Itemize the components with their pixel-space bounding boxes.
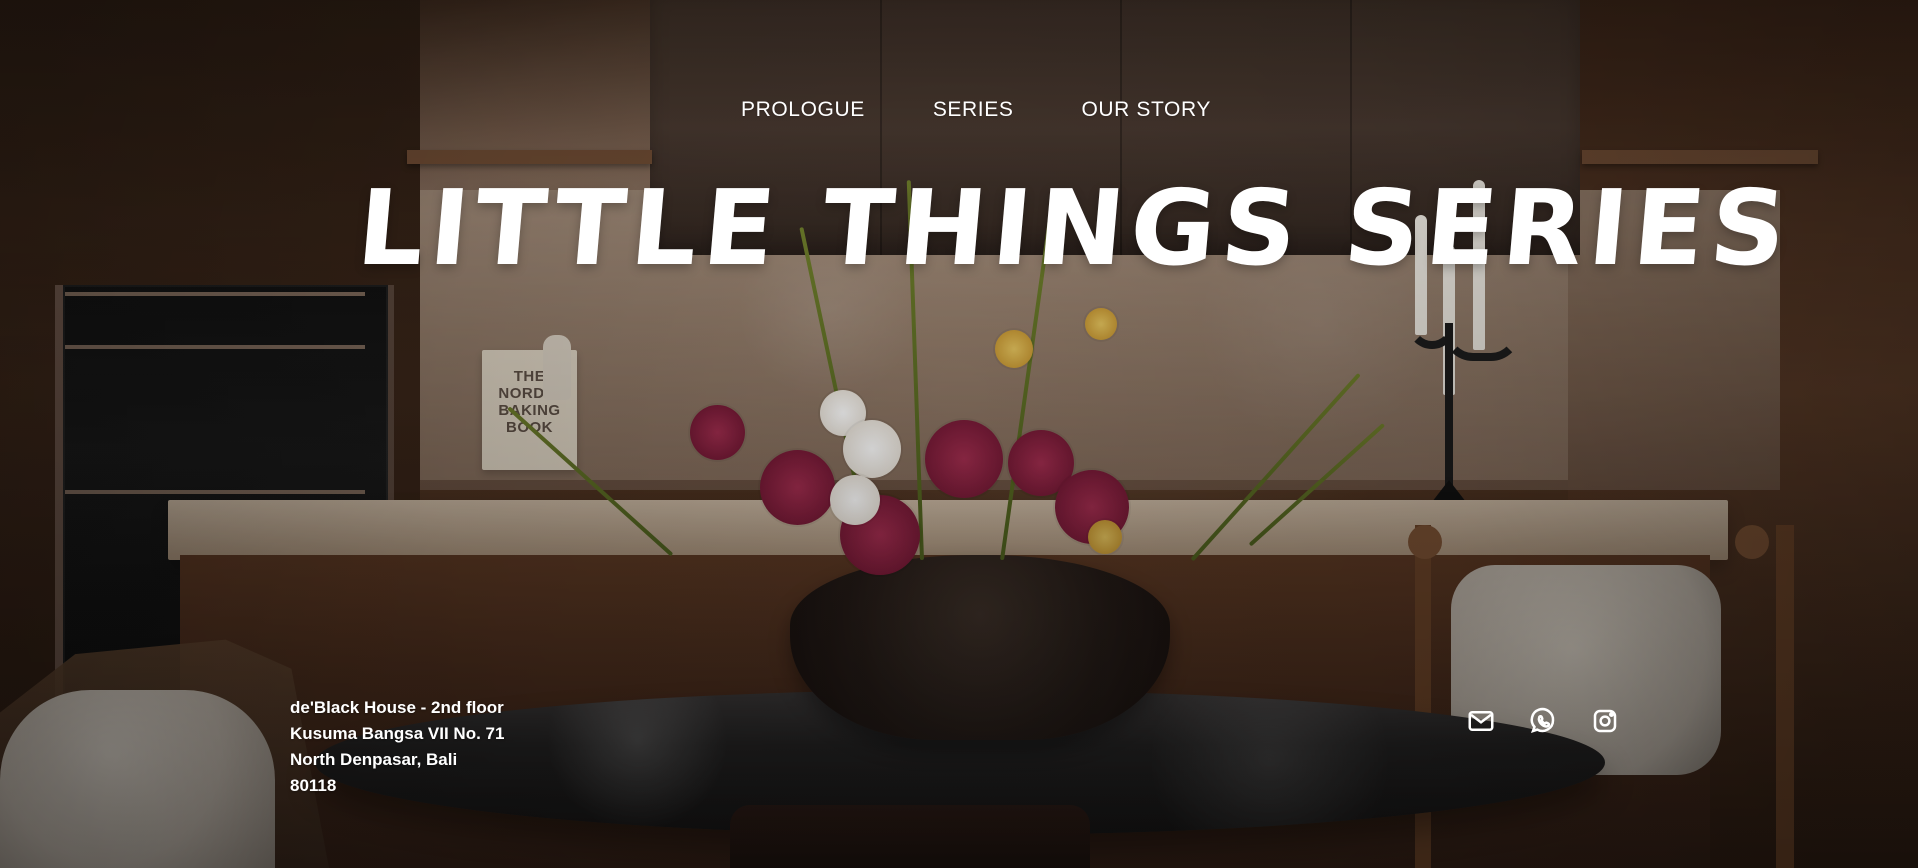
right-chair	[1408, 525, 1794, 868]
address-line: Kusuma Bangsa VII No. 71	[290, 724, 505, 743]
flower	[1008, 430, 1074, 496]
flower	[1088, 520, 1122, 554]
page-title: LITTLE THINGS SERIES	[352, 167, 1797, 289]
oven-column	[55, 285, 394, 715]
address-line: 80118	[290, 776, 337, 795]
flower	[1055, 470, 1129, 544]
left-chair-cushion	[0, 690, 275, 868]
right-shelf	[1582, 150, 1818, 164]
utensil-jar	[543, 335, 571, 400]
flower	[1085, 308, 1117, 340]
flower-stem	[1248, 423, 1386, 547]
social-links	[1464, 704, 1622, 738]
instagram-icon	[1590, 706, 1620, 736]
hero-section: THE NORDIC BAKING BOOK PROLOGUE SERIES O…	[0, 0, 1918, 868]
vase	[790, 555, 1170, 740]
nav-series[interactable]: SERIES	[933, 98, 1014, 122]
book-line: BOOK	[506, 419, 553, 436]
oven-line	[65, 490, 365, 494]
table-base	[730, 805, 1090, 868]
flower-stem	[507, 406, 674, 557]
right-chair-knob	[1408, 525, 1442, 559]
address-line: de'Black House - 2nd floor	[290, 698, 504, 717]
oven-line	[65, 292, 365, 296]
right-chair-back	[1451, 565, 1721, 775]
flower	[820, 390, 866, 436]
whatsapp-link[interactable]	[1526, 704, 1560, 738]
candle-arm	[1407, 303, 1457, 349]
kitchen-island-top	[168, 500, 1728, 560]
flower	[690, 405, 745, 460]
candle-pole	[1445, 323, 1453, 508]
marble-table-top	[315, 690, 1605, 835]
cookbook: THE NORDIC BAKING BOOK	[482, 350, 577, 470]
flower-stem	[1190, 372, 1361, 562]
flower	[840, 495, 920, 575]
whatsapp-icon	[1528, 706, 1558, 736]
flower	[995, 330, 1033, 368]
flower	[843, 420, 901, 478]
oven-line	[65, 345, 365, 349]
address-block: de'Black House - 2nd floor Kusuma Bangsa…	[290, 695, 504, 799]
book-line: NORDIC	[498, 385, 561, 402]
mail-link[interactable]	[1464, 704, 1498, 738]
left-shelf	[407, 150, 652, 164]
flower	[830, 475, 880, 525]
nav-prologue[interactable]: PROLOGUE	[741, 98, 865, 122]
instagram-link[interactable]	[1588, 704, 1622, 738]
flower	[925, 420, 1003, 498]
image-overlay	[0, 0, 1918, 868]
candle-arm	[1443, 303, 1521, 361]
flower	[760, 450, 835, 525]
book-line: THE	[513, 368, 546, 385]
book-line: BAKING	[498, 402, 561, 419]
right-chair-knob	[1735, 525, 1769, 559]
address-line: North Denpasar, Bali	[290, 750, 458, 769]
top-navigation: PROLOGUE SERIES OUR STORY	[741, 98, 1211, 122]
mail-icon	[1466, 706, 1496, 736]
right-chair-frame	[1415, 525, 1794, 868]
candle-base	[1415, 480, 1483, 524]
nav-our-story[interactable]: OUR STORY	[1081, 98, 1210, 122]
